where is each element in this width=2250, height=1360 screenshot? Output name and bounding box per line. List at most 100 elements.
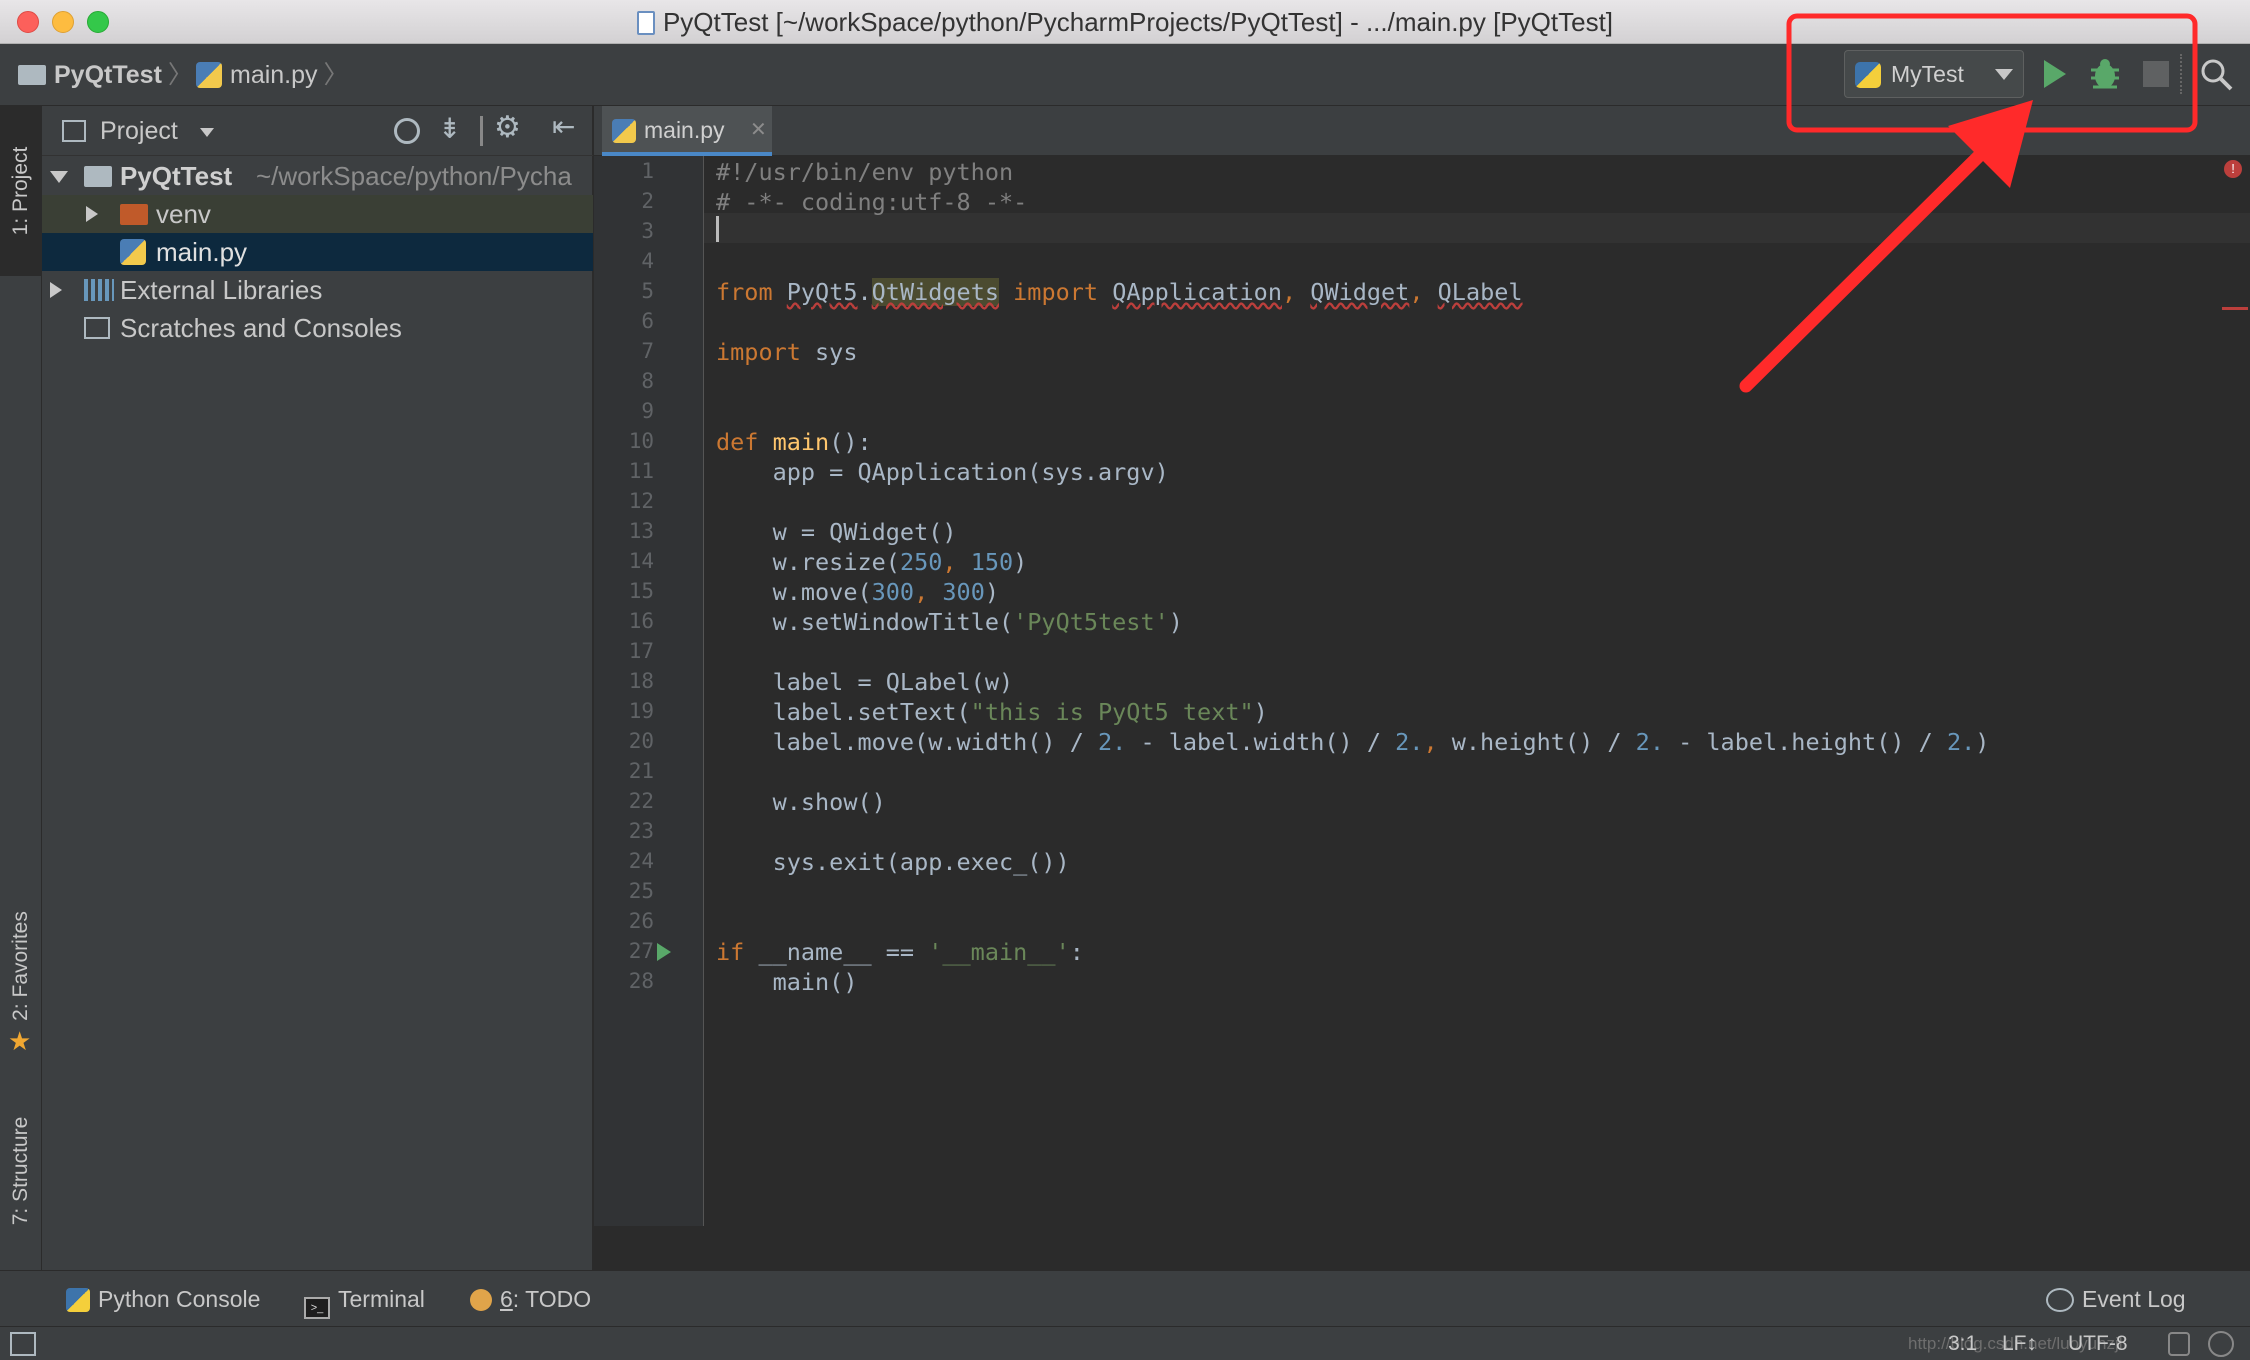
terminal-icon: >_ — [304, 1297, 330, 1319]
code-line: w.show() — [716, 788, 886, 816]
code-line: label.move(w.width() / 2. - label.width(… — [716, 728, 1990, 756]
line-number: 8 — [641, 369, 654, 393]
toolbar-separator — [2180, 54, 2182, 94]
todo-icon — [470, 1289, 492, 1311]
debug-button[interactable] — [2088, 56, 2122, 92]
navigation-bar: PyQtTest 〉 main.py 〉 MyTest — [0, 44, 2250, 106]
run-button[interactable] — [2040, 58, 2068, 90]
code-line: #!/usr/bin/env python — [716, 158, 1014, 186]
todo-tab[interactable]: 6: TODO — [470, 1271, 591, 1327]
line-separator[interactable]: LF↕ — [2002, 1327, 2037, 1360]
code-editor[interactable]: 1 2 3 4 5 6 7 8 9 10 11 12 13 14 15 16 1… — [594, 156, 2250, 1270]
code-line: w.setWindowTitle('PyQt5test') — [716, 608, 1183, 636]
line-number: 6 — [641, 309, 654, 333]
terminal-tab[interactable]: >_ Terminal — [304, 1271, 425, 1327]
run-icon — [2044, 60, 2066, 88]
python-icon — [1855, 62, 1881, 88]
line-number: 4 — [641, 249, 654, 273]
code-area[interactable]: #!/usr/bin/env python # -*- coding:utf-8… — [704, 156, 2250, 1226]
tab-structure[interactable]: 7: Structure — [0, 1086, 42, 1256]
line-number: 12 — [628, 489, 654, 513]
event-log-tab[interactable]: Event Log — [2046, 1271, 2186, 1327]
project-panel-header: Project ⇟ ⚙ ⇤ — [42, 106, 593, 156]
line-number: 9 — [641, 399, 654, 423]
line-number: 11 — [628, 459, 654, 483]
left-tool-stripe: 1: Project 2: Favorites ★ 7: Structure — [0, 106, 42, 1270]
file-encoding[interactable]: UTF-8 — [2068, 1327, 2128, 1360]
window-title: PyQtTest [~/workSpace/python/PycharmProj… — [0, 0, 2250, 44]
chevron-down-icon[interactable] — [200, 128, 214, 137]
line-number: 1 — [641, 159, 654, 183]
scratches-icon — [84, 317, 110, 339]
event-log-icon — [2046, 1288, 2074, 1312]
tree-item-main-py[interactable]: main.py — [42, 233, 593, 271]
search-icon — [2201, 59, 2233, 91]
folder-icon — [120, 204, 148, 225]
toggle-tool-windows-icon[interactable] — [10, 1332, 36, 1356]
tree-item-external-libraries[interactable]: External Libraries — [42, 271, 593, 309]
bottom-tool-bar: Python Console >_ Terminal 6: TODO Event … — [0, 1270, 2250, 1326]
line-number: 27 — [628, 939, 654, 963]
tab-favorites[interactable]: 2: Favorites — [0, 886, 42, 1046]
line-number: 28 — [628, 969, 654, 993]
tree-item-scratches[interactable]: Scratches and Consoles — [42, 309, 593, 347]
search-everywhere-button[interactable] — [2200, 58, 2234, 92]
expanded-arrow-icon — [50, 171, 68, 183]
line-number: 25 — [628, 879, 654, 903]
close-tab-icon[interactable]: ✕ — [750, 106, 767, 154]
code-line: w.move(300, 300) — [716, 578, 1000, 606]
star-icon: ★ — [8, 1026, 32, 1056]
hide-panel-icon[interactable]: ⇤ — [552, 110, 575, 143]
code-line: import sys — [716, 338, 858, 366]
locate-file-icon[interactable] — [394, 118, 420, 144]
line-number: 15 — [628, 579, 654, 603]
line-number: 5 — [641, 279, 654, 303]
status-bar: http://blog.csdn.net/luoyunzjl 3:1 LF↕ U… — [0, 1326, 2250, 1360]
file-icon — [636, 11, 655, 35]
python-console-tab[interactable]: Python Console — [66, 1271, 260, 1327]
code-line: w = QWidget() — [716, 518, 957, 546]
collapsed-arrow-icon — [86, 206, 98, 222]
collapsed-arrow-icon — [50, 282, 62, 298]
error-stripe-mark[interactable] — [2222, 307, 2248, 310]
line-number: 21 — [628, 759, 654, 783]
line-number: 14 — [628, 549, 654, 573]
gear-icon[interactable]: ⚙ — [494, 110, 521, 145]
tab-project[interactable]: 1: Project — [0, 106, 42, 276]
line-number: 24 — [628, 849, 654, 873]
error-indicator-icon[interactable]: ! — [2224, 160, 2242, 178]
line-number: 2 — [641, 189, 654, 213]
code-line: # -*- coding:utf-8 -*- — [716, 188, 1028, 216]
line-number-gutter: 1 2 3 4 5 6 7 8 9 10 11 12 13 14 15 16 1… — [594, 156, 704, 1226]
tree-item-venv[interactable]: venv — [42, 195, 593, 233]
divider — [480, 116, 483, 146]
code-line: from PyQt5.QtWidgets import QApplication… — [716, 278, 1523, 306]
caret-position[interactable]: 3:1 — [1948, 1327, 1977, 1360]
tree-root-project[interactable]: PyQtTest ~/workSpace/python/Pycha — [42, 157, 593, 195]
run-configuration-select[interactable]: MyTest — [1844, 50, 2024, 98]
code-line: def main(): — [716, 428, 872, 456]
chevron-right-icon: 〉 — [167, 61, 193, 89]
breadcrumb-project[interactable]: PyQtTest 〉 — [18, 44, 193, 106]
chevron-down-icon — [1995, 69, 2013, 80]
python-file-icon — [612, 119, 636, 143]
tab-main-py[interactable]: main.py ✕ — [602, 106, 772, 156]
text-caret — [716, 216, 719, 242]
line-number: 23 — [628, 819, 654, 843]
line-number: 18 — [628, 669, 654, 693]
project-tool-window: Project ⇟ ⚙ ⇤ PyQtTest ~/workSpace/pytho… — [42, 106, 593, 1270]
inspector-icon[interactable] — [2208, 1331, 2234, 1357]
collapse-all-icon[interactable]: ⇟ — [438, 112, 461, 145]
lock-icon[interactable] — [2168, 1332, 2190, 1356]
line-number: 22 — [628, 789, 654, 813]
project-view-selector[interactable]: Project — [100, 106, 178, 156]
library-icon — [84, 279, 114, 301]
line-number: 10 — [628, 429, 654, 453]
line-number: 3 — [641, 219, 654, 243]
run-gutter-icon[interactable] — [654, 941, 674, 963]
stop-button[interactable] — [2143, 61, 2169, 87]
line-number: 19 — [628, 699, 654, 723]
breadcrumb-file[interactable]: main.py 〉 — [196, 44, 349, 106]
line-number: 7 — [641, 339, 654, 363]
python-file-icon — [120, 239, 146, 265]
